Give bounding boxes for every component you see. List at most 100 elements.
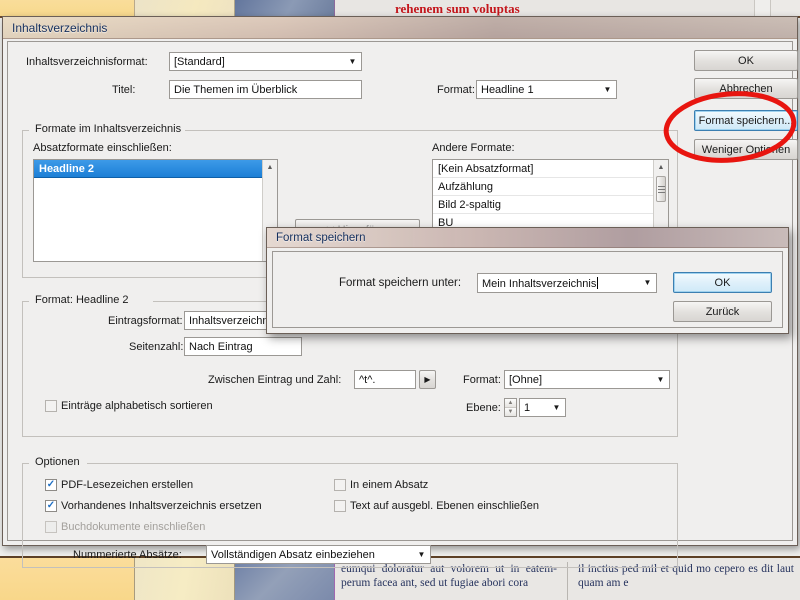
save-format-dialog: Format speichern Format speichern unter:… bbox=[266, 227, 789, 334]
group-border-right bbox=[183, 130, 677, 131]
title-format-value: Headline 1 bbox=[481, 83, 534, 96]
save-as-combo[interactable]: Mein Inhaltsverzeichnis ▼ bbox=[477, 273, 657, 293]
scroll-up-icon[interactable]: ▲ bbox=[263, 160, 277, 175]
stepper-down-icon[interactable]: ▼ bbox=[505, 408, 516, 416]
top-panel-photo bbox=[235, 0, 335, 16]
between-format-value: [Ohne] bbox=[509, 373, 543, 386]
chevron-down-icon: ▼ bbox=[348, 56, 357, 66]
scroll-up-icon[interactable]: ▲ bbox=[654, 160, 668, 175]
title-bar-glass bbox=[3, 17, 797, 38]
option-label: Buchdokumente einschließen bbox=[61, 521, 206, 533]
between-input-value: ^t^. bbox=[359, 373, 376, 386]
numbered-paragraphs-label: Nummerierte Absätze: bbox=[73, 549, 182, 561]
level-label: Ebene: bbox=[466, 402, 501, 414]
play-arrow-icon: ▶ bbox=[424, 375, 431, 384]
sort-alphabetically-checkbox[interactable]: Einträge alphabetisch sortieren bbox=[45, 400, 213, 412]
scrollbar-thumb[interactable] bbox=[656, 176, 666, 202]
option-single-paragraph[interactable]: In einem Absatz bbox=[334, 479, 428, 491]
top-panel-text: rehenem sum voluptas bbox=[335, 0, 754, 16]
checkbox-box: ✓ bbox=[45, 479, 57, 491]
top-panel-yellow bbox=[0, 0, 135, 16]
top-panel-thin-b bbox=[770, 0, 800, 16]
styles-group-legend: Formate im Inhaltsverzeichnis bbox=[31, 123, 186, 135]
chevron-down-icon: ▼ bbox=[417, 549, 426, 559]
option-label: Text auf ausgebl. Ebenen einschließen bbox=[350, 500, 539, 512]
document-headline: rehenem sum voluptas bbox=[395, 1, 520, 16]
checkbox-box bbox=[334, 479, 346, 491]
option-replace-toc[interactable]: ✓ Vorhandenes Inhaltsverzeichnis ersetze… bbox=[45, 500, 262, 512]
title-label: Titel: bbox=[112, 84, 136, 96]
list-item[interactable]: Bild 2-spaltig bbox=[433, 196, 668, 214]
modal-body: Format speichern unter: Mein Inhaltsverz… bbox=[272, 251, 783, 328]
chevron-down-icon: ▼ bbox=[643, 278, 652, 287]
group-border-left bbox=[23, 130, 29, 131]
options-group-legend: Optionen bbox=[31, 456, 84, 468]
between-input[interactable]: ^t^. bbox=[354, 370, 416, 389]
include-styles-label: Absatzformate einschließen: bbox=[33, 142, 172, 154]
top-panel-thin-a bbox=[754, 0, 770, 16]
checkbox-box: ✓ bbox=[45, 500, 57, 512]
page-number-combo[interactable]: Nach Eintrag bbox=[184, 337, 302, 356]
level-value: 1 bbox=[524, 401, 531, 414]
between-format-combo[interactable]: [Ohne] ▼ bbox=[504, 370, 670, 389]
list-item[interactable]: Headline 2 bbox=[34, 160, 277, 178]
modal-back-button[interactable]: Zurück bbox=[673, 301, 772, 322]
dialog-title: Inhaltsverzeichnis bbox=[12, 20, 108, 35]
cancel-button[interactable]: Abbrechen bbox=[694, 78, 798, 99]
group-border-right bbox=[87, 463, 677, 464]
list-item[interactable]: Aufzählung bbox=[433, 178, 668, 196]
group-border-left bbox=[23, 301, 29, 302]
chevron-down-icon: ▼ bbox=[552, 402, 561, 412]
between-label: Zwischen Eintrag und Zahl: bbox=[208, 374, 342, 386]
option-hidden-layers[interactable]: Text auf ausgebl. Ebenen einschließen bbox=[334, 500, 539, 512]
entry-format-label: Eintragsformat: bbox=[108, 315, 183, 327]
page-number-value: Nach Eintrag bbox=[189, 340, 253, 353]
ok-button[interactable]: OK bbox=[694, 50, 798, 71]
included-styles-list[interactable]: Headline 2 ▲ bbox=[33, 159, 278, 262]
chevron-down-icon: ▼ bbox=[656, 374, 665, 384]
group-border-left bbox=[23, 463, 29, 464]
dialog-title-bar[interactable]: Inhaltsverzeichnis bbox=[3, 17, 797, 39]
title-input-value: Die Themen im Überblick bbox=[174, 83, 298, 96]
numbered-paragraphs-value: Vollständigen Absatz einbeziehen bbox=[211, 548, 375, 561]
chevron-down-icon: ▼ bbox=[603, 84, 612, 94]
list-item[interactable]: [Kein Absatzformat] bbox=[433, 160, 668, 178]
between-picker-button[interactable]: ▶ bbox=[419, 370, 436, 389]
sort-alphabetically-label: Einträge alphabetisch sortieren bbox=[61, 400, 213, 412]
level-stepper[interactable]: ▲ ▼ bbox=[504, 398, 517, 417]
title-format-label: Format: bbox=[437, 84, 475, 96]
modal-title-bar[interactable]: Format speichern bbox=[267, 228, 788, 248]
stepper-up-icon[interactable]: ▲ bbox=[505, 399, 516, 408]
option-label: Vorhandenes Inhaltsverzeichnis ersetzen bbox=[61, 500, 262, 512]
save-format-button[interactable]: Format speichern... bbox=[694, 110, 798, 131]
fewer-options-button[interactable]: Weniger Optionen bbox=[694, 139, 798, 160]
scrollbar-grip-icon bbox=[657, 185, 665, 193]
checkbox-box bbox=[334, 500, 346, 512]
toc-format-label: Inhaltsverzeichnisformat: bbox=[26, 56, 148, 68]
title-input[interactable]: Die Themen im Überblick bbox=[169, 80, 362, 99]
option-label: PDF-Lesezeichen erstellen bbox=[61, 479, 194, 491]
style-format-legend: Format: Headline 2 bbox=[31, 294, 133, 306]
title-format-combo[interactable]: Headline 1 ▼ bbox=[476, 80, 617, 99]
toc-format-value: [Standard] bbox=[174, 55, 225, 68]
option-pdf-bookmarks[interactable]: ✓ PDF-Lesezeichen erstellen bbox=[45, 479, 193, 491]
text-caret bbox=[597, 276, 599, 289]
screen: rehenem sum voluptas eumqui doloratur au… bbox=[0, 0, 800, 600]
checkbox-box bbox=[45, 400, 57, 412]
page-number-label: Seitenzahl: bbox=[129, 341, 184, 353]
top-panel-cream bbox=[135, 0, 235, 16]
level-combo[interactable]: 1 ▼ bbox=[519, 398, 566, 417]
toc-format-combo[interactable]: [Standard] ▼ bbox=[169, 52, 362, 71]
save-as-value: Mein Inhaltsverzeichnis bbox=[482, 277, 597, 290]
modal-ok-button[interactable]: OK bbox=[673, 272, 772, 293]
modal-title: Format speichern bbox=[276, 231, 366, 244]
checkbox-box bbox=[45, 521, 57, 533]
numbered-paragraphs-combo[interactable]: Vollständigen Absatz einbeziehen ▼ bbox=[206, 545, 431, 564]
save-as-label: Format speichern unter: bbox=[339, 277, 462, 289]
other-styles-label: Andere Formate: bbox=[432, 142, 515, 154]
option-label: In einem Absatz bbox=[350, 479, 429, 491]
option-include-book-docs: Buchdokumente einschließen bbox=[45, 521, 205, 533]
options-group: Optionen ✓ PDF-Lesezeichen erstellen ✓ V… bbox=[22, 456, 678, 568]
between-format-label: Format: bbox=[463, 374, 501, 386]
entry-format-value: Inhaltsverzeichnis bbox=[189, 314, 277, 327]
